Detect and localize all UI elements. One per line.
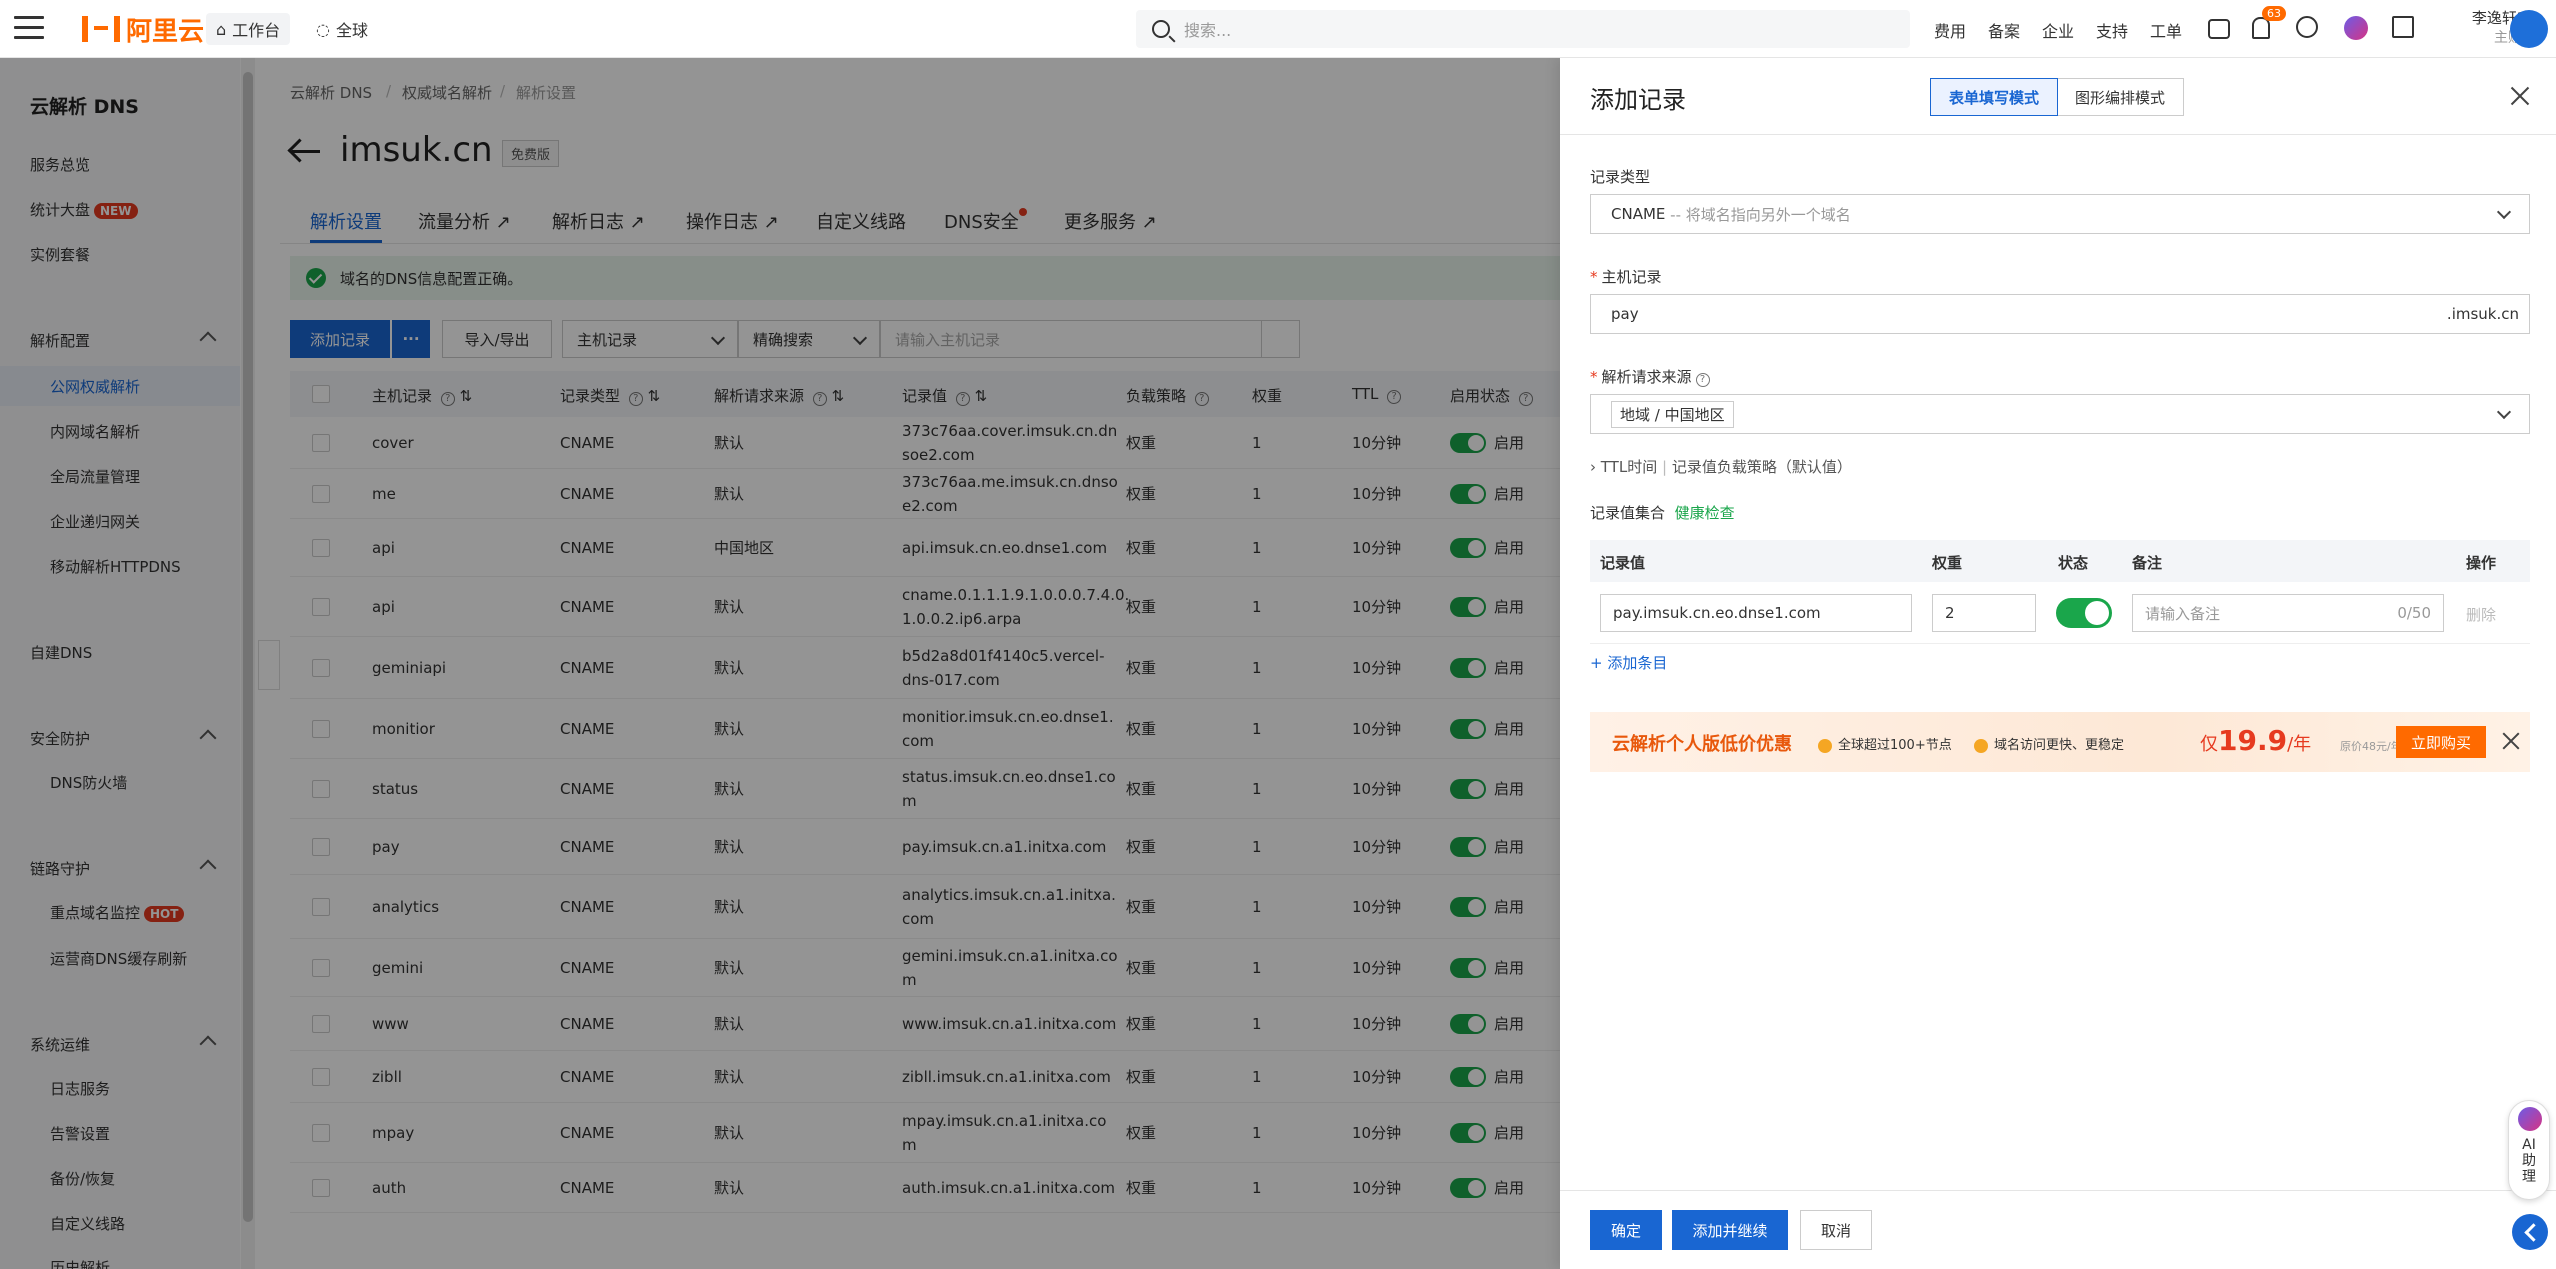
billing-link[interactable]: 费用	[1934, 18, 1966, 42]
home-icon: ⌂	[216, 19, 227, 39]
add-and-continue-button[interactable]: 添加并继续	[1672, 1210, 1788, 1250]
ai-star-icon[interactable]	[2344, 16, 2368, 40]
icp-link[interactable]: 备案	[1988, 18, 2020, 42]
promo-banner[interactable]: 云解析个人版低价优惠 全球超过100+节点 域名访问更快、更稳定 仅19.9/年…	[1590, 712, 2530, 772]
image-icon[interactable]	[2208, 19, 2230, 39]
notification-count-badge: 63	[2262, 6, 2286, 21]
ai-star-icon	[2518, 1107, 2542, 1131]
record-values-title: 记录值集合 健康检查	[1590, 504, 1735, 522]
coin-icon	[1974, 738, 1988, 753]
weight-input[interactable]: 2	[1932, 594, 2036, 632]
avatar[interactable]	[2510, 10, 2548, 48]
promo-price: 仅19.9/年	[2200, 724, 2312, 757]
translate-icon[interactable]	[2392, 16, 2414, 38]
logo-mark-icon	[82, 16, 120, 42]
mode-switch: 表单填写模式 图形编排模式	[1930, 78, 2185, 116]
help-icon[interactable]: ?	[1695, 373, 1710, 387]
global-search-input[interactable]: 搜索...	[1136, 10, 1910, 48]
close-icon[interactable]	[2510, 86, 2530, 106]
chevron-down-icon	[2496, 404, 2512, 420]
hamburger-menu-icon[interactable]	[14, 16, 44, 42]
ai-assistant-button[interactable]: AI 助理	[2508, 1100, 2550, 1200]
chevron-left-icon[interactable]	[2512, 1214, 2548, 1250]
close-icon[interactable]	[2502, 732, 2520, 750]
status-toggle[interactable]	[2056, 598, 2112, 628]
record-value-row: pay.imsuk.cn.eo.dnse1.com 2 请输入备注 0/50 删除	[1590, 582, 2530, 644]
coin-icon	[1818, 738, 1832, 753]
help-icon[interactable]	[2296, 16, 2318, 38]
note-char-count: 0/50	[2397, 604, 2431, 622]
ticket-link[interactable]: 工单	[2150, 18, 2182, 42]
globe-icon: ◌	[316, 19, 330, 39]
plus-icon: +	[1590, 654, 1603, 672]
global-region-button[interactable]: ◌ 全球	[306, 13, 378, 45]
source-select[interactable]: 地域 / 中国地区	[1590, 394, 2530, 434]
host-record-label: * 主机记录	[1590, 268, 1662, 286]
support-link[interactable]: 支持	[2096, 18, 2128, 42]
confirm-button[interactable]: 确定	[1590, 1210, 1662, 1250]
add-entry-button[interactable]: + 添加条目	[1590, 652, 1667, 673]
cancel-button[interactable]: 取消	[1800, 1210, 1872, 1250]
modal-overlay[interactable]	[0, 58, 1560, 1269]
record-values-header: 记录值 权重 状态 备注 操作	[1590, 540, 2530, 582]
delete-link[interactable]: 删除	[2466, 604, 2496, 625]
record-type-select[interactable]: CNAME -- 将域名指向另外一个域名	[1590, 194, 2530, 234]
workbench-button[interactable]: ⌂ 工作台	[206, 13, 291, 45]
domain-suffix: .imsuk.cn	[2446, 305, 2519, 323]
aliyun-logo[interactable]: 阿里云	[82, 11, 204, 47]
host-record-input[interactable]: pay .imsuk.cn	[1590, 294, 2530, 334]
health-check-link[interactable]: 健康检查	[1675, 504, 1735, 522]
buy-now-button[interactable]: 立即购买	[2396, 726, 2486, 758]
source-label: * 解析请求来源?	[1590, 366, 1710, 387]
add-record-drawer: 添加记录 表单填写模式 图形编排模式 记录类型 CNAME -- 将域名指向另外…	[1560, 58, 2556, 1269]
record-type-label: 记录类型	[1590, 168, 1651, 186]
form-mode-tab[interactable]: 表单填写模式	[1930, 78, 2059, 116]
graph-mode-tab[interactable]: 图形编排模式	[2057, 79, 2183, 115]
enterprise-link[interactable]: 企业	[2042, 18, 2074, 42]
note-input[interactable]: 请输入备注 0/50	[2132, 594, 2444, 632]
chevron-down-icon	[2496, 204, 2512, 220]
record-value-input[interactable]: pay.imsuk.cn.eo.dnse1.com	[1600, 594, 1912, 632]
search-icon	[1152, 20, 1170, 38]
advanced-toggle[interactable]: › TTL时间 | 记录值负载策略（默认值）	[1590, 456, 1852, 477]
chevron-right-icon: ›	[1590, 458, 1596, 476]
top-bar: 阿里云 ⌂ 工作台 ◌ 全球 搜索... 费用 备案 企业 支持 工单 63 李逸轩…	[0, 0, 2556, 58]
drawer-title: 添加记录	[1590, 86, 1686, 114]
region-tag: 地域 / 中国地区	[1611, 400, 1734, 428]
